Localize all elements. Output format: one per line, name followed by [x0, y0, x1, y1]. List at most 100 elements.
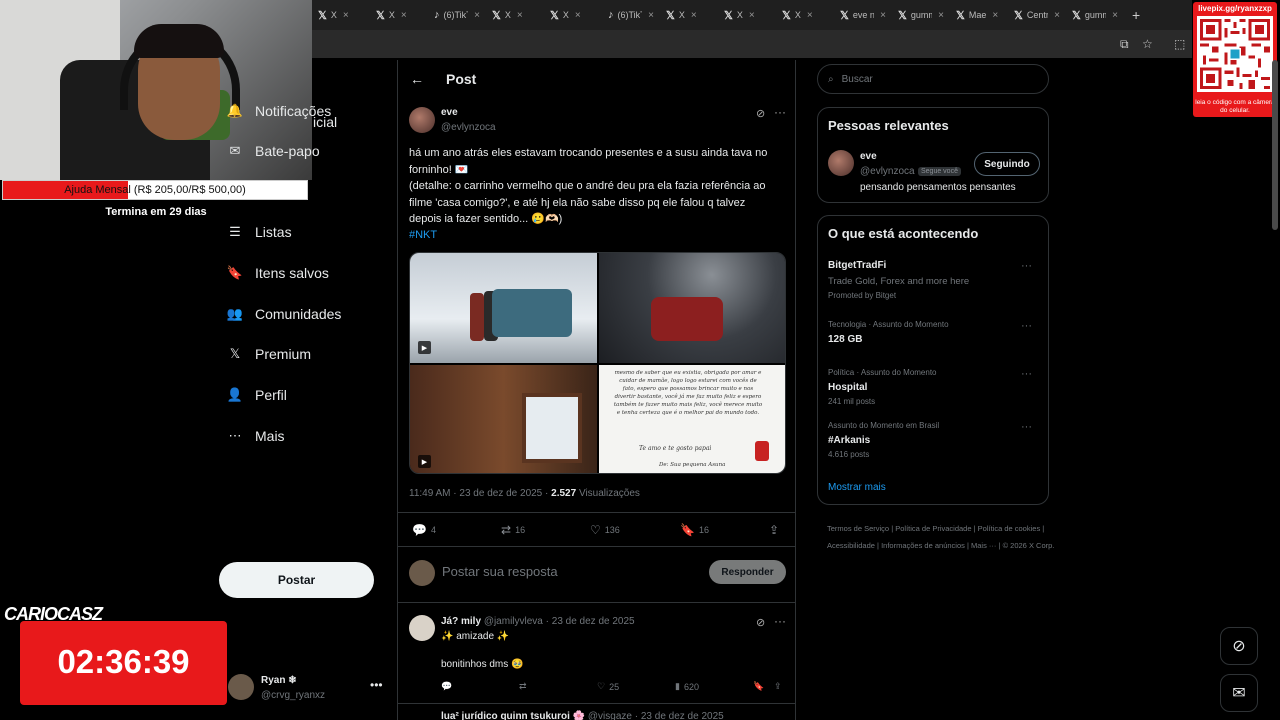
- close-icon[interactable]: ×: [992, 10, 998, 21]
- more-dots-icon[interactable]: •••: [370, 678, 383, 692]
- more-dots-icon[interactable]: ···: [774, 614, 786, 628]
- comment-author[interactable]: Já? mily @jamilyvleva · 23 de dez de 202…: [441, 616, 635, 627]
- footer-link[interactable]: Acessibilidade: [827, 541, 875, 550]
- hashtag-link[interactable]: #NKT: [409, 229, 437, 241]
- more-dots-icon[interactable]: ···: [774, 105, 786, 119]
- sidebar-item-mais[interactable]: ⋯ Mais: [227, 428, 285, 444]
- repost-action[interactable]: ⇄ 16: [501, 523, 525, 537]
- back-arrow-icon[interactable]: ←: [410, 71, 424, 87]
- star-icon[interactable]: ☆: [1142, 37, 1153, 51]
- show-more-link[interactable]: Mostrar mais: [828, 482, 886, 493]
- bookmark-action[interactable]: 🔖 16: [680, 523, 709, 537]
- footer-link[interactable]: Termos de Serviço: [827, 524, 889, 533]
- reply-action[interactable]: 💬 4: [412, 523, 436, 537]
- close-icon[interactable]: ×: [1054, 10, 1060, 21]
- sidebar-item-listas[interactable]: ☰ Listas: [227, 224, 291, 240]
- close-icon[interactable]: ×: [880, 10, 886, 21]
- author-name[interactable]: eve: [441, 107, 458, 118]
- grok-icon[interactable]: ⊘: [756, 616, 765, 629]
- comment-avatar[interactable]: [409, 615, 435, 641]
- sidebar-item-premium[interactable]: 𝕏 Premium: [227, 346, 311, 362]
- browser-tab[interactable]: 𝕏 X ×: [486, 0, 544, 30]
- post-time[interactable]: 11:49 AM · 23 de dez de 2025 ·: [409, 488, 551, 499]
- extensions-icon[interactable]: ⬚: [1174, 37, 1185, 51]
- close-icon[interactable]: ×: [575, 10, 581, 21]
- sidebar-item-notificações[interactable]: 🔔 Notificações: [227, 103, 331, 119]
- close-icon[interactable]: ×: [343, 10, 349, 21]
- user-name[interactable]: eve: [860, 151, 877, 162]
- browser-tab[interactable]: 𝕏 X ×: [776, 0, 834, 30]
- avatar[interactable]: [828, 150, 854, 176]
- browser-tab[interactable]: 𝕏gummy ×: [892, 0, 950, 30]
- grok-icon[interactable]: ⊘: [756, 107, 765, 120]
- sidebar-item-bate-papo[interactable]: ✉ Bate-papo: [227, 143, 320, 159]
- browser-tab[interactable]: 𝕏gummy ×: [1066, 0, 1124, 30]
- reply-action[interactable]: 💬: [441, 681, 452, 692]
- bookmark-action[interactable]: 🔖: [753, 681, 764, 692]
- reply-button[interactable]: Responder: [709, 560, 786, 584]
- search-input[interactable]: ⌕ Buscar: [817, 64, 1049, 94]
- video-play-icon[interactable]: ▶: [418, 455, 431, 468]
- browser-tab[interactable]: 𝕏 Mae ×: [950, 0, 1008, 30]
- footer-link[interactable]: Informações de anúncios: [881, 541, 965, 550]
- grok-float-icon[interactable]: ⊘: [1220, 627, 1258, 665]
- media-image-2[interactable]: [599, 253, 785, 363]
- close-icon[interactable]: ×: [648, 10, 654, 21]
- bookmark-icon: 🔖: [226, 265, 244, 280]
- repost-action[interactable]: ⇄: [519, 681, 527, 692]
- browser-tab[interactable]: 𝕏 X ×: [312, 0, 370, 30]
- sidebar-item-comunidades[interactable]: 👥 Comunidades: [227, 306, 341, 322]
- video-play-icon[interactable]: ▶: [418, 341, 431, 354]
- browser-tab[interactable]: 𝕏 X ×: [660, 0, 718, 30]
- footer-link[interactable]: Política de Privacidade: [895, 524, 971, 533]
- close-icon[interactable]: ×: [1112, 10, 1118, 21]
- reply-input[interactable]: Postar sua resposta: [442, 564, 558, 579]
- media-image-3[interactable]: ▶: [410, 365, 597, 473]
- close-icon[interactable]: ×: [938, 10, 944, 21]
- install-icon[interactable]: ⧉: [1120, 37, 1129, 52]
- browser-tab[interactable]: 𝕏 X ×: [718, 0, 776, 30]
- new-tab-button[interactable]: +: [1132, 7, 1140, 23]
- more-dots-icon[interactable]: ···: [1021, 368, 1032, 380]
- like-action[interactable]: ♡ 25: [597, 681, 619, 692]
- account-switcher[interactable]: Ryan ❄ @crvg_ryanxz •••: [228, 672, 388, 706]
- more-dots-icon[interactable]: ···: [1021, 421, 1032, 433]
- share-action[interactable]: ⇪: [774, 681, 782, 692]
- author-handle[interactable]: @evlynzoca: [441, 122, 496, 133]
- author-avatar[interactable]: [409, 107, 435, 133]
- close-icon[interactable]: ×: [474, 10, 480, 21]
- sidebar-item-perfil[interactable]: 👤 Perfil: [227, 387, 287, 403]
- browser-tab[interactable]: ♪(6)TikTo ×: [428, 0, 486, 30]
- sidebar-item-itens-salvos[interactable]: 🔖 Itens salvos: [227, 265, 329, 281]
- trend-item[interactable]: BitgetTradFi Trade Gold, Forex and more h…: [828, 260, 1040, 300]
- views-action[interactable]: ▮ 620: [675, 681, 699, 692]
- scrollbar[interactable]: [1272, 60, 1278, 230]
- browser-tab[interactable]: ♪(6)TikTo ×: [602, 0, 660, 30]
- media-image-letter[interactable]: mesmo de saber que eu existia, obrigada …: [599, 365, 785, 473]
- like-action[interactable]: ♡ 136: [590, 523, 620, 537]
- close-icon[interactable]: ×: [749, 10, 755, 21]
- media-image-1[interactable]: ▶: [410, 253, 597, 363]
- close-icon[interactable]: ×: [517, 10, 523, 21]
- close-icon[interactable]: ×: [691, 10, 697, 21]
- trend-item[interactable]: Tecnologia · Assunto do Momento 128 GB ···: [828, 320, 1040, 345]
- comment-author[interactable]: lua² jurídico quinn tsukuroi 🌸 @visgaze …: [441, 711, 724, 720]
- close-icon[interactable]: ×: [401, 10, 407, 21]
- more-dots-icon[interactable]: ···: [1021, 260, 1032, 272]
- following-button[interactable]: Seguindo: [974, 152, 1040, 176]
- messages-float-icon[interactable]: ✉: [1220, 674, 1258, 712]
- trend-item[interactable]: Política · Assunto do Momento Hospital 241…: [828, 368, 1040, 406]
- footer-link[interactable]: © 2026 X Corp.: [1003, 541, 1055, 550]
- close-icon[interactable]: ×: [807, 10, 813, 21]
- more-dots-icon[interactable]: ···: [1021, 320, 1032, 332]
- browser-tab[interactable]: 𝕏Central ×: [1008, 0, 1066, 30]
- footer-link[interactable]: Política de cookies: [978, 524, 1041, 533]
- trend-item[interactable]: Assunto do Momento em Brasil #Arkanis 4.61…: [828, 421, 1040, 459]
- browser-tab[interactable]: 𝕏 X ×: [370, 0, 428, 30]
- footer-link[interactable]: Mais ···: [971, 541, 996, 550]
- post-button[interactable]: Postar: [219, 562, 374, 598]
- user-handle[interactable]: @evlynzoca: [860, 166, 915, 177]
- share-action[interactable]: ⇪: [769, 523, 779, 537]
- browser-tab[interactable]: 𝕏 X ×: [544, 0, 602, 30]
- browser-tab[interactable]: 𝕏eve no ×: [834, 0, 892, 30]
